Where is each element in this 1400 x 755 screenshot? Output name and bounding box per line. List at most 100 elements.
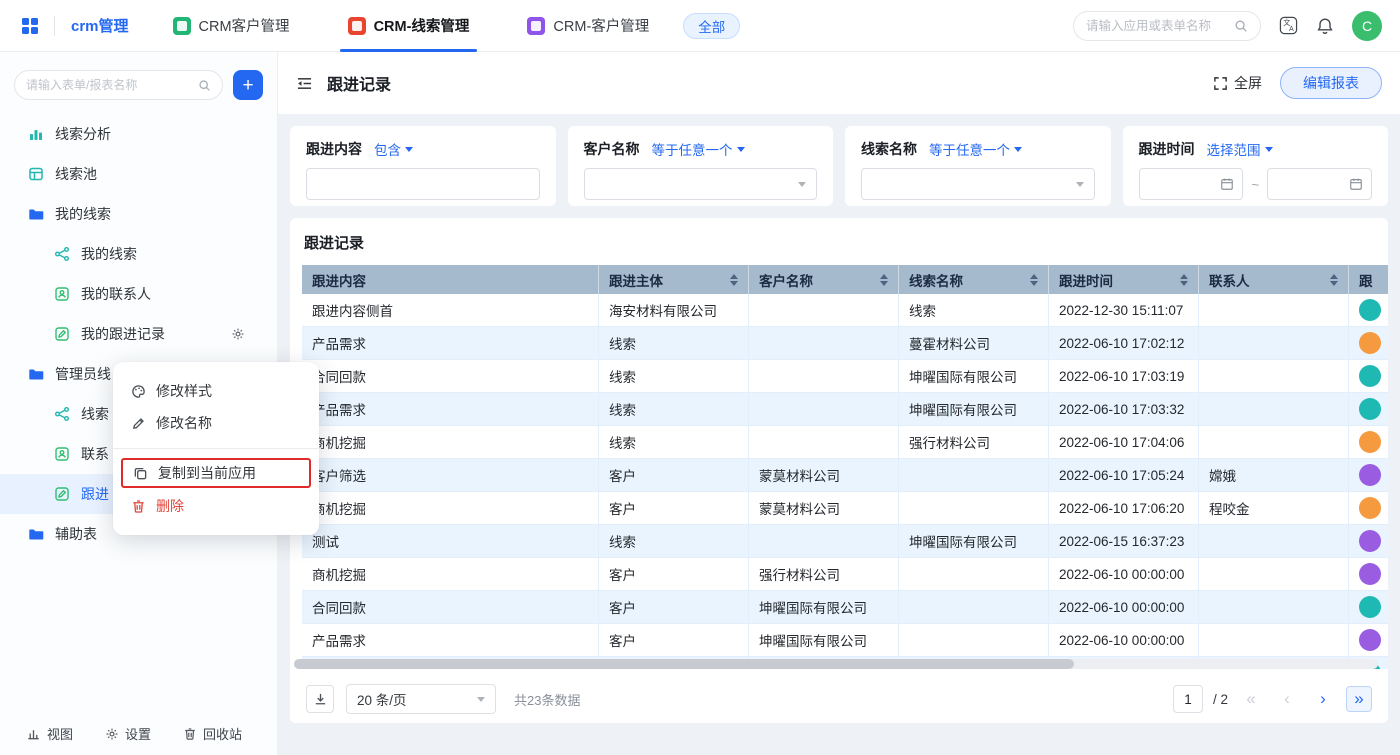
sort-icon[interactable] xyxy=(1030,274,1038,286)
table-cell: 产品需求 xyxy=(302,393,599,426)
recycle-bin-button[interactable]: 回收站 xyxy=(183,724,242,743)
next-page-icon[interactable]: › xyxy=(1310,686,1336,712)
table-row-6[interactable]: 客户筛选客户蒙莫材料公司2022-06-10 17:05:24嫦娥 xyxy=(302,459,1388,492)
all-apps-button[interactable]: 全部 xyxy=(683,13,740,39)
sort-icon[interactable] xyxy=(1180,274,1188,286)
sidebar-item-4[interactable]: 我的线索 xyxy=(0,234,277,274)
global-search-input[interactable] xyxy=(1086,19,1228,33)
table-cell: 2022-12-30 15:11:07 xyxy=(1049,294,1199,327)
views-button[interactable]: 视图 xyxy=(26,724,73,743)
contact-avatar xyxy=(1359,596,1381,618)
app-tab-icon xyxy=(348,17,366,35)
sidebar-item-label: 我的线索 xyxy=(81,244,137,264)
filter-operator-dropdown[interactable]: 包含 xyxy=(374,139,413,159)
filter-operator-label: 选择范围 xyxy=(1207,139,1261,159)
scrollbar-thumb[interactable] xyxy=(294,659,1074,669)
settings-button[interactable]: 设置 xyxy=(105,724,151,743)
table-row-9[interactable]: 商机挖掘客户强行材料公司2022-06-10 00:00:00 xyxy=(302,558,1388,591)
column-header-5[interactable]: 跟进时间 xyxy=(1049,265,1199,294)
notification-bell-icon[interactable] xyxy=(1316,17,1334,35)
sort-icon[interactable] xyxy=(1330,274,1338,286)
table-row-3[interactable]: 合同回款线索坤曜国际有限公司2022-06-10 17:03:19 xyxy=(302,360,1388,393)
global-search[interactable] xyxy=(1073,11,1261,41)
end-date-input[interactable] xyxy=(1267,168,1372,200)
fullscreen-label: 全屏 xyxy=(1234,73,1262,93)
gear-icon[interactable] xyxy=(231,327,245,341)
tab-1[interactable]: CRM客户管理 xyxy=(173,0,290,52)
download-icon[interactable] xyxy=(306,685,334,713)
current-page-box[interactable]: 1 xyxy=(1173,685,1203,713)
sidebar-item-2[interactable]: 线索池 xyxy=(0,154,277,194)
sort-icon[interactable] xyxy=(730,274,738,286)
filter-operator-dropdown[interactable]: 选择范围 xyxy=(1207,139,1273,159)
sidebar-item-1[interactable]: 线索分析 xyxy=(0,114,277,154)
sidebar-item-3[interactable]: 我的线索 xyxy=(0,194,277,234)
table-cell: 2022-06-10 17:05:24 xyxy=(1049,459,1199,492)
fullscreen-button[interactable]: 全屏 xyxy=(1213,73,1262,93)
tab-3[interactable]: CRM-客户管理 xyxy=(527,0,649,52)
context-menu-item-4[interactable]: 删除 xyxy=(113,490,319,522)
table-cell: 坤曜国际有限公司 xyxy=(749,624,899,657)
tab-label: CRM-线索管理 xyxy=(374,15,470,36)
apps-grid-icon[interactable] xyxy=(20,16,40,36)
table-cell xyxy=(749,426,899,459)
add-form-button[interactable]: + xyxy=(233,70,263,100)
page-size-select[interactable]: 20 条/页 xyxy=(346,684,496,714)
table-row-2[interactable]: 产品需求线索蔓霍材料公司2022-06-10 17:02:12 xyxy=(302,327,1388,360)
lead-name-filter-select[interactable] xyxy=(861,168,1095,200)
sidebar-item-label: 辅助表 xyxy=(55,524,97,544)
table-row-7[interactable]: 商机挖掘客户蒙莫材料公司2022-06-10 17:06:20程咬金 xyxy=(302,492,1388,525)
table-row-8[interactable]: 测试线索坤曜国际有限公司2022-06-15 16:37:23 xyxy=(302,525,1388,558)
table-cell: 蔓霍材料公司 xyxy=(899,327,1049,360)
sidebar-item-label: 线索分析 xyxy=(55,124,111,144)
sort-icon[interactable] xyxy=(880,274,888,286)
filter-operator-dropdown[interactable]: 等于任意一个 xyxy=(929,139,1022,159)
table-cell-avatar xyxy=(1349,624,1388,657)
horizontal-scrollbar[interactable] xyxy=(294,659,1378,669)
edit-report-button[interactable]: 编辑报表 xyxy=(1280,67,1382,99)
table-cell: 客户 xyxy=(599,558,749,591)
table-cell: 合同回款 xyxy=(302,591,599,624)
context-menu-item-2[interactable]: 修改名称 xyxy=(113,407,319,439)
collapse-sidebar-icon[interactable] xyxy=(296,76,313,91)
tab-2[interactable]: CRM-线索管理 xyxy=(348,0,470,52)
sidebar-search-input[interactable] xyxy=(26,78,192,92)
language-icon[interactable]: 文A xyxy=(1279,16,1298,35)
last-page-icon[interactable]: » xyxy=(1346,686,1372,712)
contacts-icon xyxy=(54,286,70,302)
column-header-4[interactable]: 线索名称 xyxy=(899,265,1049,294)
pool-icon xyxy=(28,166,44,182)
sidebar-item-5[interactable]: 我的联系人 xyxy=(0,274,277,314)
table-row-4[interactable]: 产品需求线索坤曜国际有限公司2022-06-10 17:03:32 xyxy=(302,393,1388,426)
follow-content-filter-input[interactable] xyxy=(306,168,540,200)
sidebar-search[interactable] xyxy=(14,70,223,100)
context-menu-item-3[interactable]: 复制到当前应用 xyxy=(121,458,311,488)
app-name[interactable]: crm管理 xyxy=(71,15,129,36)
filter-operator-dropdown[interactable]: 等于任意一个 xyxy=(652,139,745,159)
pagination: 20 条/页 共23条数据 1 / 2 « ‹ › » xyxy=(290,675,1388,723)
search-icon xyxy=(1234,19,1248,33)
table-row-1[interactable]: 跟进内容侧首海安材料有限公司线索2022-12-30 15:11:07 xyxy=(302,294,1388,327)
contacts-icon xyxy=(54,446,70,462)
customer-name-filter-select[interactable] xyxy=(584,168,818,200)
table-row-5[interactable]: 商机挖掘线索强行材料公司2022-06-10 17:04:06 xyxy=(302,426,1388,459)
column-header-6[interactable]: 联系人 xyxy=(1199,265,1349,294)
fullscreen-icon xyxy=(1213,76,1228,91)
first-page-icon[interactable]: « xyxy=(1238,686,1264,712)
tab-label: CRM-客户管理 xyxy=(553,15,649,36)
prev-page-icon[interactable]: ‹ xyxy=(1274,686,1300,712)
start-date-input[interactable] xyxy=(1139,168,1244,200)
sidebar-item-label: 我的联系人 xyxy=(81,284,151,304)
table-row-10[interactable]: 合同回款客户坤曜国际有限公司2022-06-10 00:00:00 xyxy=(302,591,1388,624)
column-header-3[interactable]: 客户名称 xyxy=(749,265,899,294)
table-cell: 蒙莫材料公司 xyxy=(749,492,899,525)
table-cell xyxy=(899,558,1049,591)
views-icon xyxy=(26,726,41,741)
sidebar-item-6[interactable]: 我的跟进记录 xyxy=(0,314,277,354)
context-menu-item-1[interactable]: 修改样式 xyxy=(113,375,319,407)
table-row-11[interactable]: 产品需求客户坤曜国际有限公司2022-06-10 00:00:00 xyxy=(302,624,1388,657)
column-label: 客户名称 xyxy=(759,270,813,290)
user-avatar[interactable]: C xyxy=(1352,11,1382,41)
contact-avatar xyxy=(1359,332,1381,354)
column-header-2[interactable]: 跟进主体 xyxy=(599,265,749,294)
